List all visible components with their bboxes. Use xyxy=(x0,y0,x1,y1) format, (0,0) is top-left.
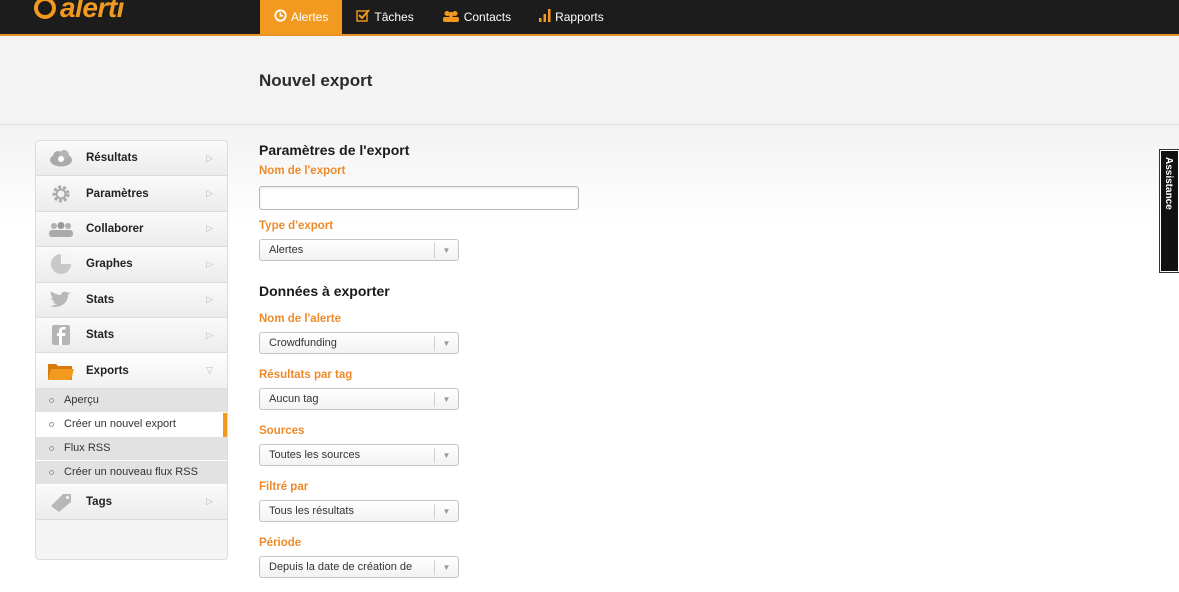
sidebar-subitem-label: Créer un nouvel export xyxy=(64,418,176,431)
dropdown-arrow-icon: ▼ xyxy=(434,448,458,463)
chevron-right-icon: ▷ xyxy=(206,496,213,507)
nav-label: Tâches xyxy=(374,10,414,24)
alert-name-select[interactable]: Crowdfunding ▼ xyxy=(259,332,459,354)
export-name-input[interactable] xyxy=(259,186,579,210)
sidebar-item-exports[interactable]: Exports ▽ xyxy=(36,353,227,389)
label-results-by-tag: Résultats par tag xyxy=(259,369,353,381)
nav-label: Rapports xyxy=(555,10,604,24)
tag-icon xyxy=(48,491,74,513)
clock-icon xyxy=(274,9,287,25)
select-value: Alertes xyxy=(269,244,304,256)
label-export-name: Nom de l'export xyxy=(259,165,346,177)
sidebar-subitem-label: Aperçu xyxy=(64,394,99,407)
select-value: Toutes les sources xyxy=(269,449,361,461)
chevron-right-icon: ▷ xyxy=(206,188,213,199)
nav-item-alertes[interactable]: Alertes xyxy=(260,0,343,34)
label-export-type: Type d'export xyxy=(259,220,334,232)
main-nav: Alertes Tâches Contacts Rapports xyxy=(260,0,618,34)
sidebar-subitem-creer-flux-rss[interactable]: Créer un nouveau flux RSS xyxy=(36,460,227,485)
chevron-right-icon: ▷ xyxy=(206,329,213,340)
dropdown-arrow-icon: ▼ xyxy=(434,504,458,519)
sidebar: Résultats ▷ Paramètres ▷ Collaborer ▷ Gr… xyxy=(35,140,228,560)
people-icon xyxy=(442,10,460,25)
sidebar-subitem-label: Flux RSS xyxy=(64,442,111,455)
alerti-logo[interactable]: alerti xyxy=(34,0,124,24)
nav-item-contacts[interactable]: Contacts xyxy=(428,0,525,34)
select-value: Depuis la date de création de xyxy=(269,561,413,573)
sidebar-subitem-label: Créer un nouveau flux RSS xyxy=(64,466,198,479)
nav-item-rapports[interactable]: Rapports xyxy=(525,0,618,34)
facebook-icon xyxy=(48,324,74,346)
period-select[interactable]: Depuis la date de création de ▼ xyxy=(259,556,459,578)
bar-chart-icon xyxy=(539,9,551,25)
sidebar-item-label: Stats xyxy=(86,329,115,342)
sidebar-item-tags[interactable]: Tags ▷ xyxy=(36,484,227,521)
sidebar-item-label: Stats xyxy=(86,293,115,306)
sidebar-item-label: Résultats xyxy=(86,152,138,165)
bullet-icon xyxy=(49,445,54,451)
sidebar-subitem-apercu[interactable]: Aperçu xyxy=(36,388,227,413)
dropdown-arrow-icon: ▼ xyxy=(434,243,458,258)
sidebar-item-label: Tags xyxy=(86,495,112,508)
nav-item-taches[interactable]: Tâches xyxy=(342,0,427,34)
export-type-select[interactable]: Alertes ▼ xyxy=(259,239,459,261)
assistance-tab[interactable]: Assistance xyxy=(1159,149,1179,273)
twitter-bird-icon xyxy=(48,289,74,311)
people-icon xyxy=(48,218,74,240)
bullet-icon xyxy=(49,421,54,427)
label-alert-name: Nom de l'alerte xyxy=(259,313,341,325)
label-filtered-by: Filtré par xyxy=(259,481,309,493)
chevron-right-icon: ▷ xyxy=(206,152,213,163)
dropdown-arrow-icon: ▼ xyxy=(434,560,458,575)
filtered-by-select[interactable]: Tous les résultats ▼ xyxy=(259,500,459,522)
gear-icon xyxy=(48,183,74,205)
chevron-right-icon: ▷ xyxy=(206,223,213,234)
sidebar-item-stats-twitter[interactable]: Stats ▷ xyxy=(36,282,227,318)
dropdown-arrow-icon: ▼ xyxy=(434,392,458,407)
sidebar-item-label: Exports xyxy=(86,364,129,377)
folder-icon xyxy=(48,360,74,382)
dropdown-arrow-icon: ▼ xyxy=(434,336,458,351)
logo-text: alerti xyxy=(60,0,124,23)
chevron-right-icon: ▷ xyxy=(206,294,213,305)
sidebar-item-graphes[interactable]: Graphes ▷ xyxy=(36,247,227,283)
bullet-icon xyxy=(49,397,54,403)
nav-label: Alertes xyxy=(291,10,329,24)
sources-select[interactable]: Toutes les sources ▼ xyxy=(259,444,459,466)
sidebar-item-parametres[interactable]: Paramètres ▷ xyxy=(36,176,227,212)
sidebar-subitem-creer-export[interactable]: Créer un nouvel export xyxy=(36,412,227,437)
top-bar: alerti Alertes Tâches Contacts Rapports xyxy=(0,0,1179,36)
label-period: Période xyxy=(259,537,302,549)
checkbox-icon xyxy=(356,9,371,25)
label-sources: Sources xyxy=(259,425,305,437)
sidebar-subitem-flux-rss[interactable]: Flux RSS xyxy=(36,436,227,461)
page-title: Nouvel export xyxy=(259,71,373,90)
assistance-label: Assistance xyxy=(1163,157,1174,210)
sidebar-item-resultats[interactable]: Résultats ▷ xyxy=(36,141,227,177)
page-header xyxy=(0,36,1179,125)
chevron-right-icon: ▷ xyxy=(206,258,213,269)
bullet-icon xyxy=(49,469,54,475)
results-by-tag-select[interactable]: Aucun tag ▼ xyxy=(259,388,459,410)
pie-chart-icon xyxy=(48,253,74,275)
select-value: Tous les résultats xyxy=(269,505,354,517)
section-title-data-export: Données à exporter xyxy=(259,283,390,299)
sidebar-item-label: Paramètres xyxy=(86,187,149,200)
section-title-export-params: Paramètres de l'export xyxy=(259,142,410,158)
sidebar-item-stats-facebook[interactable]: Stats ▷ xyxy=(36,317,227,354)
cloud-icon xyxy=(48,147,74,169)
sidebar-item-label: Graphes xyxy=(86,258,133,271)
select-value: Crowdfunding xyxy=(269,337,337,349)
chevron-down-icon: ▽ xyxy=(206,365,213,376)
select-value: Aucun tag xyxy=(269,393,319,405)
nav-label: Contacts xyxy=(463,10,512,24)
sidebar-item-collaborer[interactable]: Collaborer ▷ xyxy=(36,211,227,248)
sidebar-item-label: Collaborer xyxy=(86,222,144,235)
